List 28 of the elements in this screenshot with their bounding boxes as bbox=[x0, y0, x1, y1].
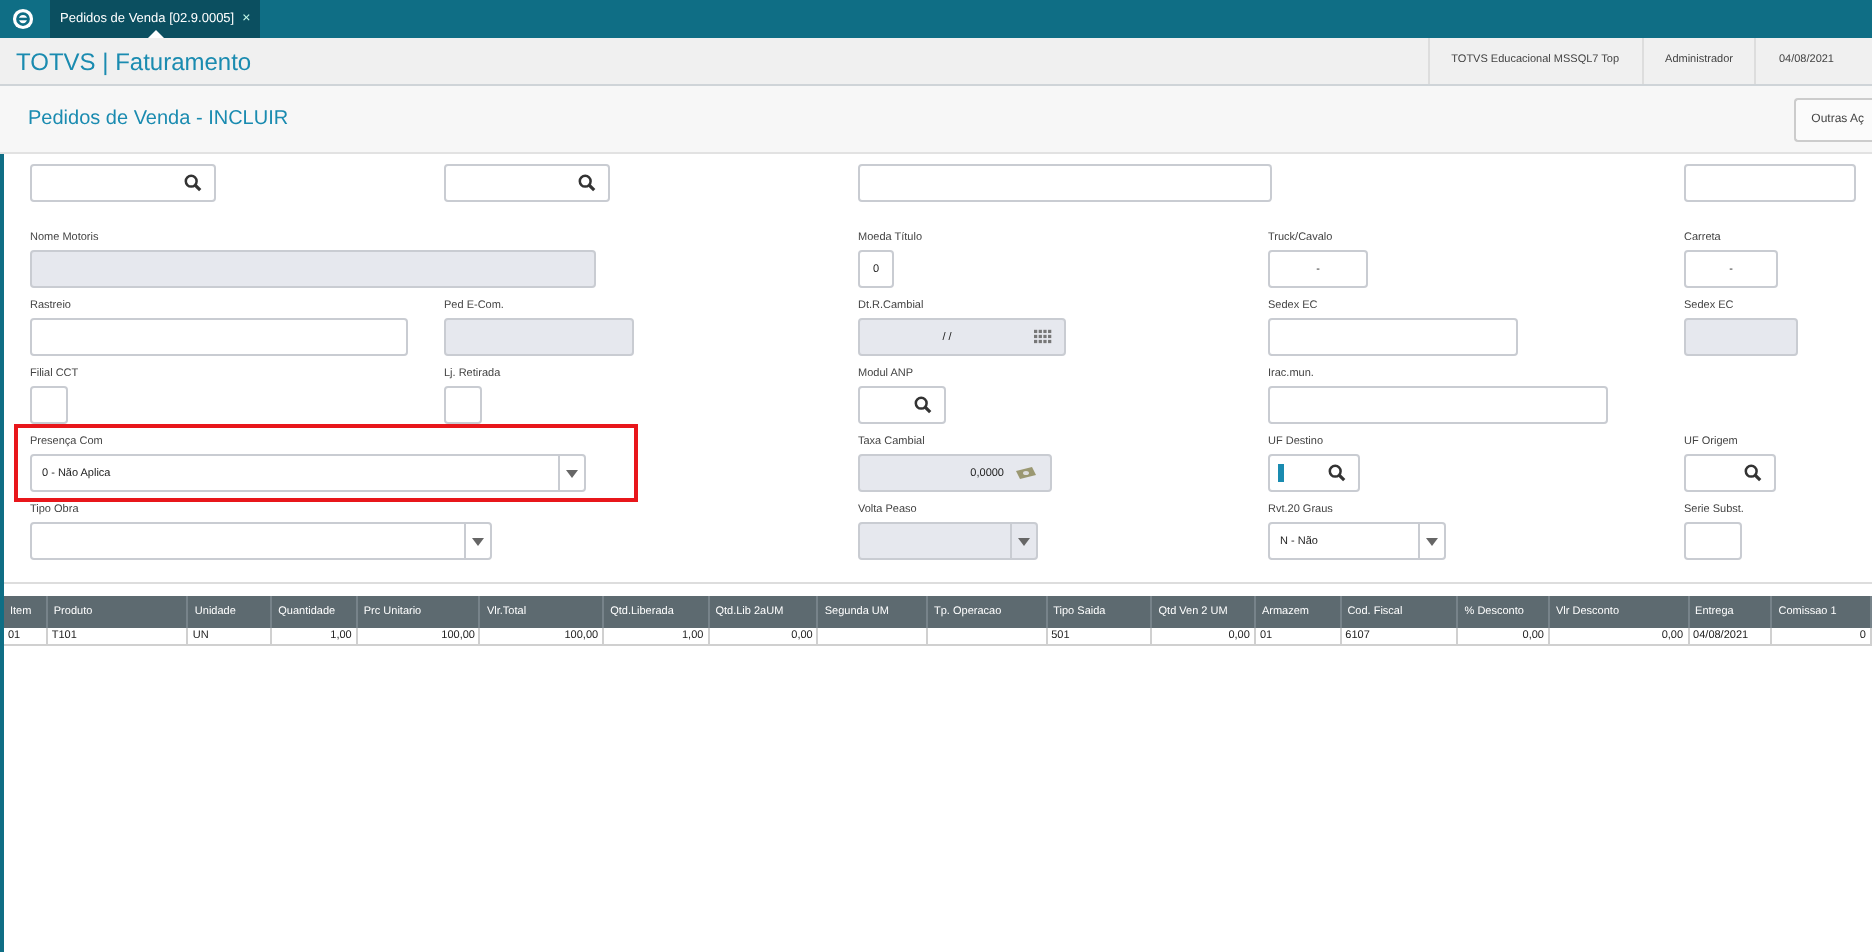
search-icon[interactable] bbox=[914, 396, 932, 414]
input-field[interactable] bbox=[1684, 164, 1856, 202]
input-field[interactable] bbox=[444, 164, 610, 202]
caret-icon[interactable] bbox=[472, 537, 484, 545]
table-cell bbox=[928, 628, 1048, 646]
text-cursor bbox=[1278, 464, 1284, 482]
input-field[interactable] bbox=[1268, 386, 1608, 424]
page-title: Pedidos de Venda - INCLUIR bbox=[28, 108, 291, 130]
search-icon[interactable] bbox=[1328, 464, 1346, 482]
caret-icon[interactable] bbox=[1426, 537, 1438, 545]
input-field[interactable] bbox=[444, 386, 482, 424]
select-field[interactable] bbox=[30, 522, 492, 560]
input-field[interactable] bbox=[1268, 318, 1518, 356]
input-field[interactable] bbox=[1684, 454, 1776, 492]
input-field[interactable] bbox=[30, 318, 408, 356]
table-cell bbox=[818, 628, 928, 646]
input-field[interactable] bbox=[858, 386, 946, 424]
app-title: TOTVS | Faturamento bbox=[16, 47, 254, 75]
search-icon[interactable] bbox=[1744, 464, 1762, 482]
caret-icon[interactable] bbox=[566, 469, 578, 477]
search-icon[interactable] bbox=[578, 174, 596, 192]
input-field[interactable] bbox=[1268, 454, 1360, 492]
input-field[interactable] bbox=[858, 164, 1272, 202]
search-icon[interactable] bbox=[184, 174, 202, 192]
input-field[interactable] bbox=[30, 386, 68, 424]
input-field[interactable] bbox=[30, 164, 216, 202]
app-logo-icon[interactable] bbox=[12, 8, 34, 30]
input-field[interactable] bbox=[1684, 522, 1742, 560]
